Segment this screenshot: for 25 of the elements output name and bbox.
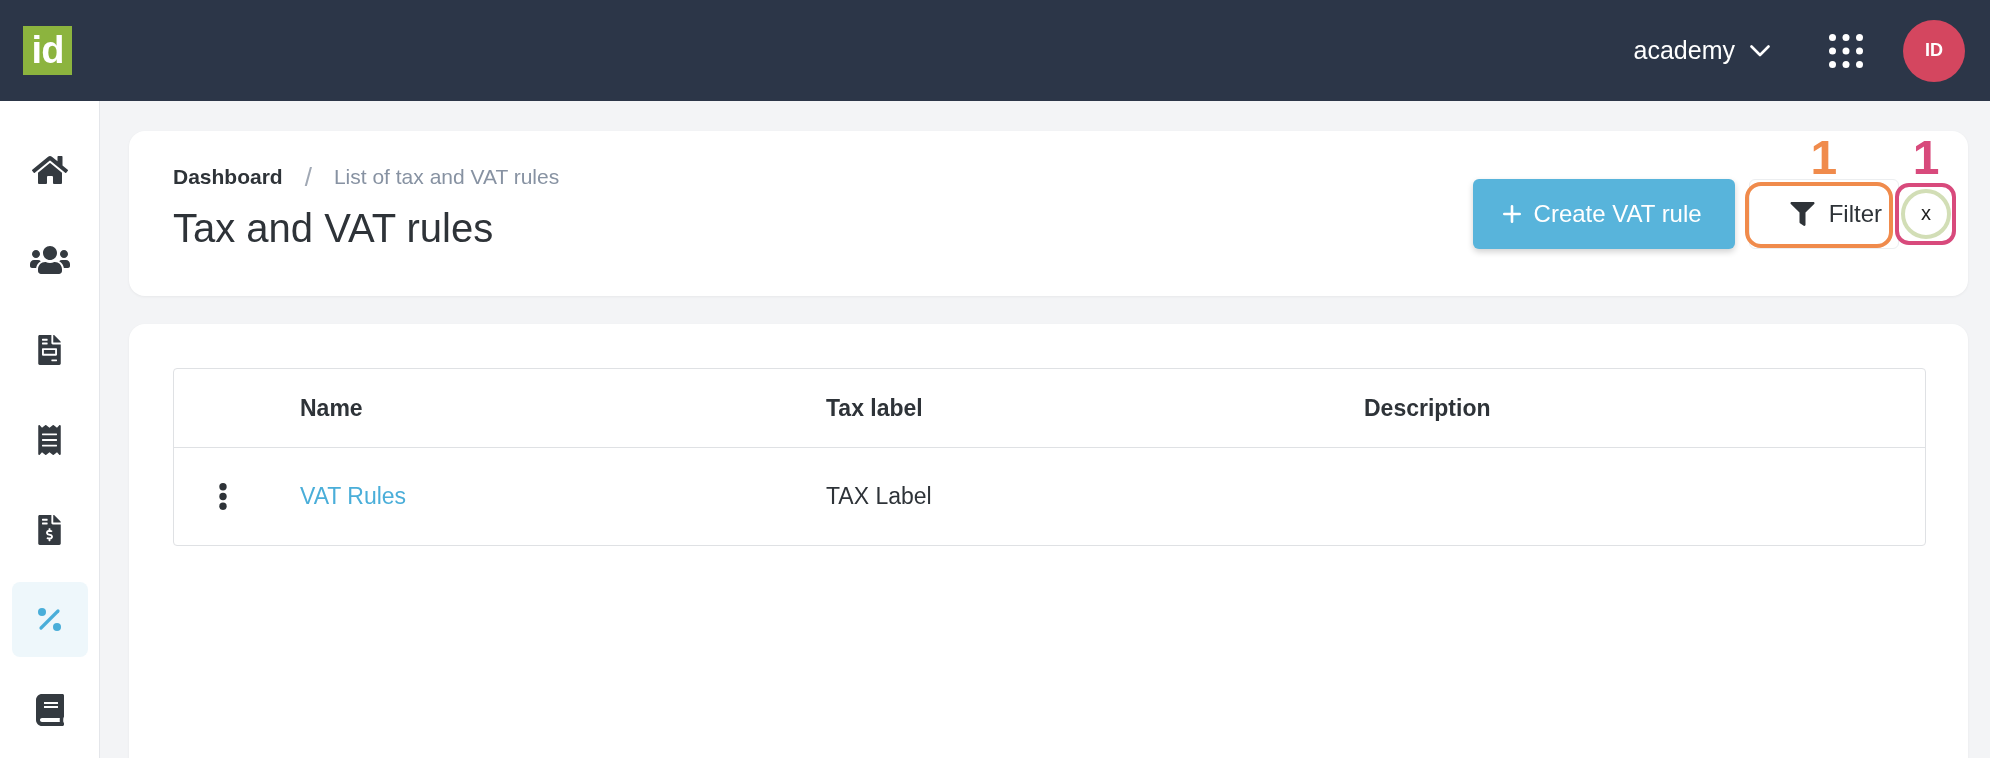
column-header: Tax label — [826, 394, 923, 422]
breadcrumb-link[interactable]: Dashboard — [173, 165, 283, 189]
page-title: Tax and VAT rules — [173, 205, 495, 251]
annotation-number: 1 — [1810, 137, 1838, 179]
apps-grid-icon[interactable] — [1829, 33, 1863, 68]
column-header: Description — [1364, 394, 1491, 422]
table-cell: TAX Label — [826, 483, 932, 510]
plus-icon — [1502, 204, 1521, 223]
filter-icon — [1789, 201, 1815, 226]
book-icon — [35, 693, 64, 726]
workspace-dropdown[interactable]: academy — [1633, 36, 1770, 65]
user-avatar[interactable]: ID — [1903, 19, 1965, 82]
people-icon — [29, 243, 70, 276]
dollar-document-icon — [38, 514, 61, 545]
receipt-icon — [38, 424, 61, 455]
home-icon — [31, 153, 68, 186]
clear-filter-button[interactable]: x — [1901, 188, 1951, 239]
more-icon[interactable] — [219, 483, 227, 510]
breadcrumb-separator: / — [304, 165, 312, 189]
document-icon — [38, 334, 61, 365]
breadcrumb-current-page: List of tax and VAT rules — [333, 165, 560, 189]
annotation-number: 1 — [1912, 137, 1940, 179]
column-header: Name — [300, 394, 363, 422]
chevron-down-icon — [1750, 44, 1770, 57]
percent-icon — [37, 607, 62, 632]
